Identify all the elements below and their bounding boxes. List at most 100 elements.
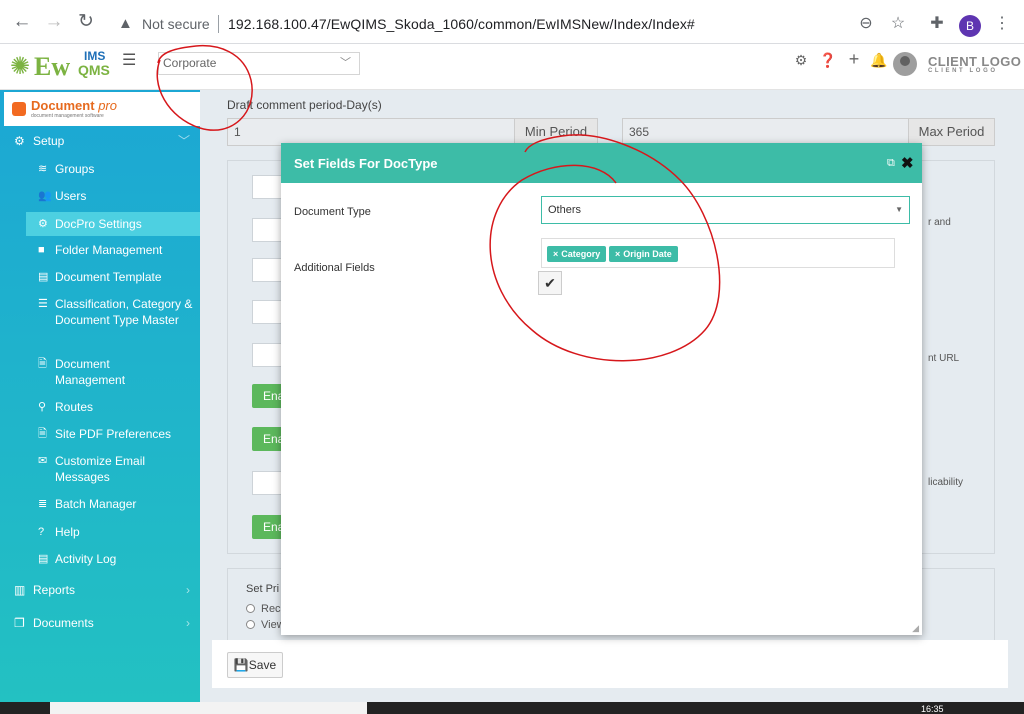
reload-icon[interactable]: ↻ bbox=[74, 11, 98, 35]
sidebar-item-batch-manager[interactable]: ≣ Batch Manager bbox=[26, 496, 200, 512]
corporate-select[interactable]: Corporate ﹀ bbox=[158, 52, 360, 75]
logo-qms: QMS bbox=[78, 62, 110, 78]
extensions-icon[interactable]: ✚ bbox=[926, 13, 948, 33]
address-bar[interactable]: ▲ Not secure 192.168.100.47/EwQIMS_Skoda… bbox=[112, 11, 912, 37]
logo-ims: IMS bbox=[84, 49, 106, 63]
sidebar-item-users[interactable]: 👥 Users bbox=[26, 188, 200, 204]
docpro-brand-suffix: pro bbox=[98, 98, 117, 113]
external-link-icon[interactable]: ⧉ bbox=[887, 157, 895, 170]
sidebar-item-label: Classification, Category & Document Type… bbox=[55, 297, 193, 327]
remove-tag-icon[interactable]: × bbox=[553, 249, 558, 259]
remove-tag-icon[interactable]: × bbox=[615, 249, 620, 259]
bookmark-star-icon[interactable]: ☆ bbox=[887, 13, 909, 33]
sidebar-item-label: Batch Manager bbox=[55, 497, 137, 511]
setting-field[interactable] bbox=[252, 300, 282, 324]
setting-field[interactable] bbox=[252, 218, 282, 242]
sidebar-item-document-template[interactable]: ▤ Document Template bbox=[26, 269, 200, 285]
docpro-logo-icon bbox=[12, 102, 26, 116]
profile-avatar[interactable]: B bbox=[959, 15, 981, 37]
sidebar: Document pro document management softwar… bbox=[0, 90, 200, 702]
set-fields-modal: Set Fields For DocType ⧉ ✖ Document Type… bbox=[281, 143, 922, 635]
save-button[interactable]: 💾Save bbox=[227, 652, 283, 678]
sidebar-item-documents[interactable]: ❐ Documents › bbox=[0, 609, 200, 637]
help-icon[interactable]: ❓ bbox=[819, 52, 837, 69]
sidebar-item-document-management[interactable]: 🗎 Document Management bbox=[26, 356, 136, 388]
sidebar-item-customize-email[interactable]: ✉ Customize Email Messages bbox=[26, 453, 156, 485]
taskbar-search[interactable] bbox=[50, 702, 367, 714]
sidebar-item-groups[interactable]: ≋ Groups bbox=[26, 161, 200, 177]
enable-button[interactable]: Ena bbox=[252, 384, 282, 408]
sidebar-item-label: Document Template bbox=[55, 270, 162, 284]
resize-handle-icon[interactable]: ◢ bbox=[912, 623, 919, 634]
setting-field[interactable] bbox=[252, 343, 282, 367]
modal-header: Set Fields For DocType ⧉ ✖ bbox=[281, 143, 922, 183]
setting-field[interactable] bbox=[252, 471, 282, 495]
radio-option-view[interactable]: View bbox=[246, 619, 285, 631]
user-avatar[interactable] bbox=[893, 52, 917, 76]
warning-icon: ▲ bbox=[118, 15, 133, 32]
sidebar-item-docpro-settings[interactable]: ⚙ DocPro Settings bbox=[26, 212, 200, 236]
modal-title: Set Fields For DocType bbox=[294, 156, 438, 171]
plus-icon[interactable]: + bbox=[845, 49, 863, 70]
gear-icon[interactable]: ⚙ bbox=[792, 52, 810, 69]
chevron-right-icon: › bbox=[186, 583, 190, 597]
sidebar-item-label: Help bbox=[55, 525, 80, 539]
pdf-icon: 🗎 bbox=[38, 428, 47, 440]
tag-origin-date[interactable]: × Origin Date bbox=[609, 246, 678, 262]
sidebar-item-label: Activity Log bbox=[55, 552, 117, 566]
sidebar-item-classification[interactable]: ☰ Classification, Category & Document Typ… bbox=[26, 296, 196, 328]
confirm-check-button[interactable]: ✔ bbox=[538, 271, 562, 295]
sidebar-item-routes[interactable]: ⚲ Routes bbox=[26, 399, 200, 415]
tag-category[interactable]: × Category bbox=[547, 246, 607, 262]
additional-fields-label: Additional Fields bbox=[294, 262, 375, 274]
setting-field[interactable] bbox=[252, 258, 282, 282]
radio-button[interactable] bbox=[246, 620, 255, 629]
list-icon: ☰ bbox=[38, 298, 48, 310]
check-icon: ✔ bbox=[544, 275, 556, 291]
client-logo: CLIENT LOGO CLIENT LOGO bbox=[928, 54, 1021, 74]
ewqims-logo: ✺ Ew IMS QMS bbox=[10, 48, 120, 84]
sidebar-item-label: Site PDF Preferences bbox=[55, 427, 172, 441]
additional-fields-multiselect[interactable]: × Category × Origin Date bbox=[541, 238, 895, 268]
enable-button[interactable]: Ena bbox=[252, 427, 282, 451]
document-type-label: Document Type bbox=[294, 206, 371, 218]
kebab-menu-icon[interactable]: ⋮ bbox=[991, 13, 1013, 33]
logo-ew: Ew bbox=[34, 52, 71, 81]
sidebar-item-site-pdf[interactable]: 🗎 Site PDF Preferences bbox=[26, 426, 200, 442]
sidebar-item-label: Reports bbox=[33, 583, 76, 597]
forward-icon[interactable]: → bbox=[42, 11, 66, 35]
radio-option-rec[interactable]: Rec bbox=[246, 603, 281, 615]
zoom-icon[interactable]: ⊖ bbox=[855, 13, 877, 33]
enable-button[interactable]: Ena bbox=[252, 515, 282, 539]
caret-down-icon: ▼ bbox=[895, 205, 903, 214]
url-text: 192.168.100.47/EwQIMS_Skoda_1060/common/… bbox=[228, 16, 695, 32]
max-period-input[interactable]: 365 bbox=[622, 118, 909, 146]
min-period-input[interactable]: 1 bbox=[227, 118, 515, 146]
radio-button[interactable] bbox=[246, 604, 255, 613]
docpro-brand-main: Document bbox=[31, 98, 95, 113]
browser-toolbar: ← → ↻ ▲ Not secure 192.168.100.47/EwQIMS… bbox=[0, 0, 1024, 44]
sidebar-item-help[interactable]: ? Help bbox=[26, 524, 200, 540]
sidebar-item-activity-log[interactable]: ▤ Activity Log bbox=[26, 551, 200, 567]
layers-icon: ≋ bbox=[38, 163, 48, 175]
app-header: ✺ Ew IMS QMS ☰ Corporate ﹀ ⚙ ❓ + 🔔 CLIEN… bbox=[0, 44, 1024, 90]
sidebar-item-label: Documents bbox=[33, 616, 94, 630]
sun-logo-icon: ✺ bbox=[10, 53, 31, 80]
save-label: Save bbox=[248, 658, 277, 672]
chevron-right-icon: › bbox=[186, 616, 190, 630]
document-type-select[interactable]: Others ▼ bbox=[541, 196, 910, 224]
hamburger-menu-icon[interactable]: ☰ bbox=[122, 50, 136, 70]
sidebar-item-reports[interactable]: ▥ Reports › bbox=[0, 576, 200, 604]
close-icon[interactable]: ✖ bbox=[901, 154, 914, 172]
sidebar-item-label: Folder Management bbox=[55, 243, 163, 257]
back-icon[interactable]: ← bbox=[10, 11, 34, 35]
floppy-icon: 💾 bbox=[233, 658, 249, 672]
building-icon: ▥ bbox=[14, 583, 26, 597]
setting-field[interactable] bbox=[252, 175, 282, 199]
database-icon: ≣ bbox=[38, 498, 48, 510]
bell-icon[interactable]: 🔔 bbox=[870, 52, 888, 69]
sidebar-item-folder-management[interactable]: ■ Folder Management bbox=[26, 242, 200, 258]
sidebar-item-setup[interactable]: ⚙ Setup ﹀ bbox=[0, 127, 200, 155]
clipboard-icon: ▤ bbox=[38, 553, 49, 565]
template-icon: ▤ bbox=[38, 271, 49, 283]
